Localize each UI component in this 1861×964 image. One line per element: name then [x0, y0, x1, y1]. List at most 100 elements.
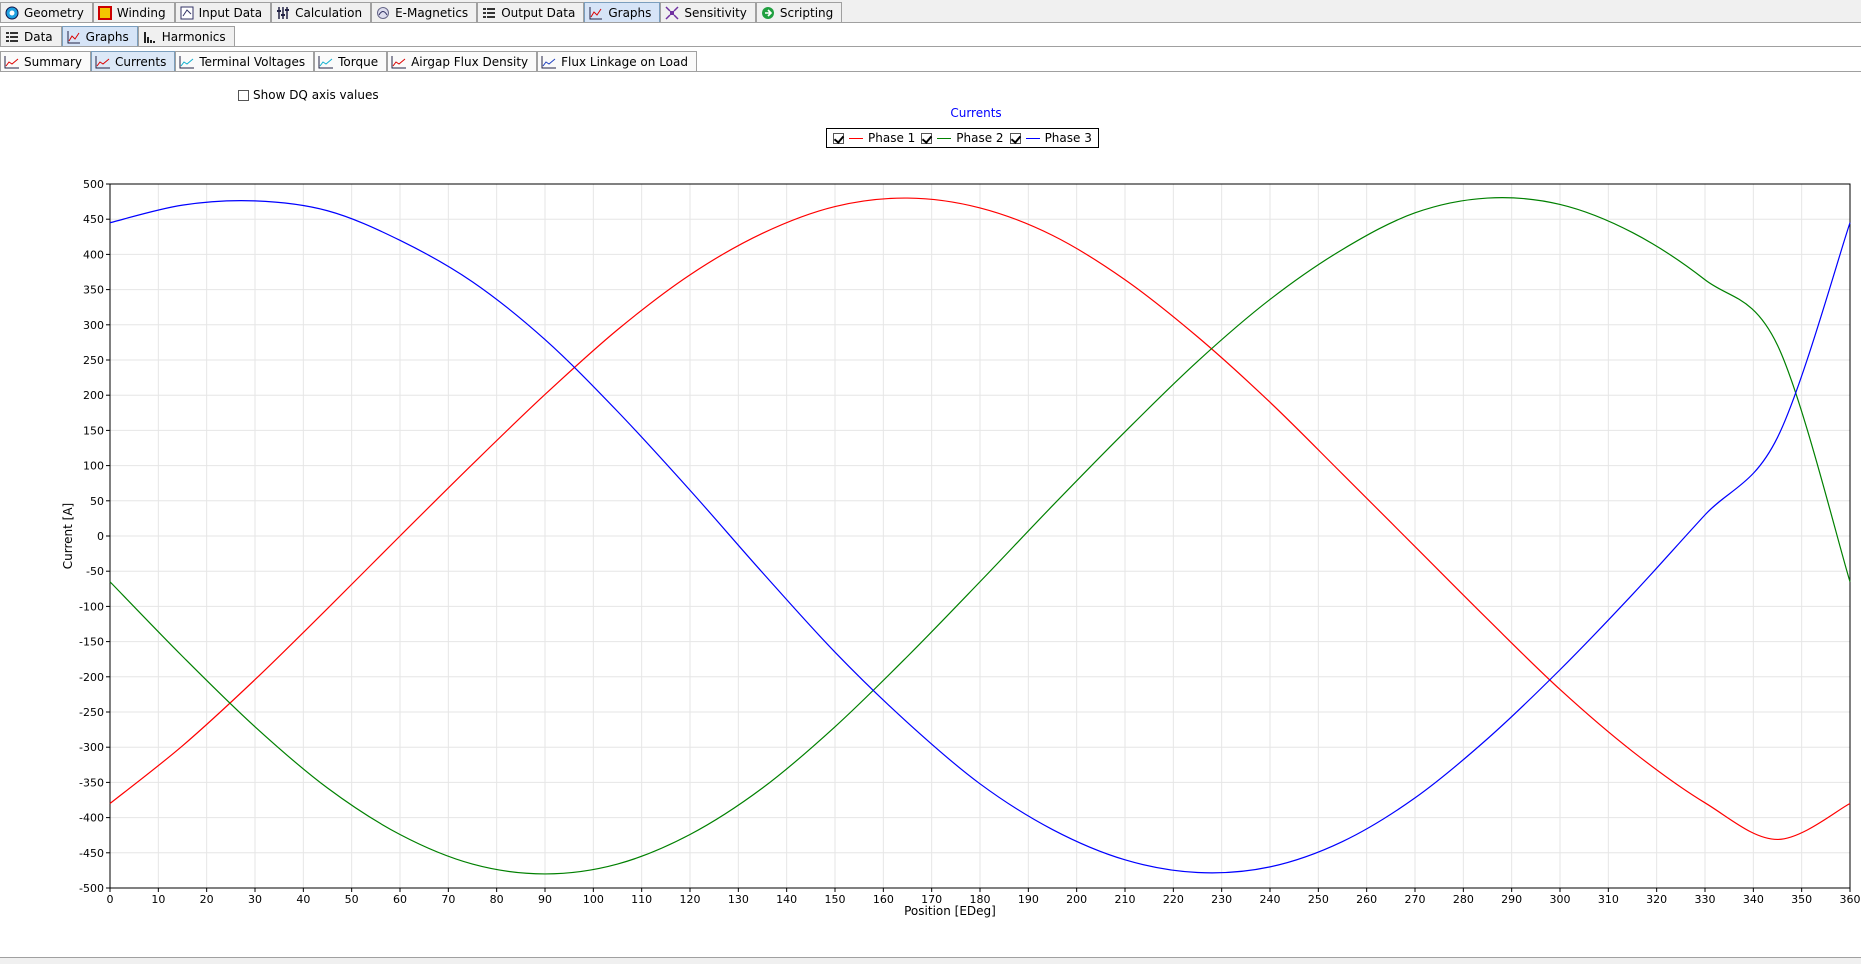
graph-tab-torque[interactable]: Torque — [314, 51, 388, 71]
subtab-graphs[interactable]: Graphs — [61, 26, 138, 46]
legend-swatch — [937, 137, 952, 139]
x-tick-label: 70 — [441, 893, 455, 906]
graph-tab-label: Currents — [115, 54, 167, 69]
x-tick-label: 0 — [107, 893, 114, 906]
subtab-harmonics[interactable]: Harmonics — [137, 26, 235, 46]
graph-tab-airgap-flux-density[interactable]: Airgap Flux Density — [387, 51, 538, 71]
legend-label: Phase 3 — [1044, 131, 1092, 145]
legend-label: Phase 1 — [868, 131, 916, 145]
subtab-label: Harmonics — [161, 29, 226, 44]
x-tick-label: 10 — [151, 893, 165, 906]
chart-title: Currents — [950, 106, 1001, 120]
y-tick-label: 500 — [83, 178, 104, 191]
y-tick-label: 150 — [83, 424, 104, 437]
x-tick-label: 360 — [1840, 893, 1861, 906]
x-tick-label: 190 — [1018, 893, 1039, 906]
x-tick-label: 150 — [825, 893, 846, 906]
y-tick-label: 0 — [97, 530, 104, 543]
tab-label: Graphs — [608, 5, 652, 20]
graph-tab-summary[interactable]: Summary — [0, 51, 91, 71]
calculation-icon — [275, 5, 291, 21]
graph-tab-flux-linkage-on-load[interactable]: Flux Linkage on Load — [537, 51, 697, 71]
x-tick-label: 110 — [631, 893, 652, 906]
tab-label: Calculation — [295, 5, 363, 20]
x-tick-label: 240 — [1260, 893, 1281, 906]
x-axis-label: Position [EDeg] — [904, 904, 996, 918]
x-tick-label: 320 — [1646, 893, 1667, 906]
y-tick-label: 300 — [83, 319, 104, 332]
tab-geometry[interactable]: Geometry — [0, 2, 93, 22]
y-tick-label: -500 — [79, 882, 104, 895]
tab-winding[interactable]: Winding — [92, 2, 175, 22]
chart-icon — [391, 54, 407, 70]
chart-icon-cyan — [179, 54, 195, 70]
main-tab-bar: Geometry Winding Input Data Calculation E-Ma… — [0, 0, 1861, 23]
graph-tab-label: Terminal Voltages — [199, 54, 306, 69]
data-icon — [4, 29, 20, 45]
graph-tab-label: Airgap Flux Density — [411, 54, 529, 69]
chart-icon-blue — [541, 54, 557, 70]
tab-sensitivity[interactable]: Sensitivity — [660, 2, 756, 22]
legend-swatch — [849, 137, 863, 139]
graph-panel: Show DQ axis values Currents 0 10 20 30 40 50 6… — [0, 72, 1861, 964]
harmonics-icon — [142, 29, 158, 45]
tab-calculation[interactable]: Calculation — [271, 2, 372, 22]
geometry-icon — [4, 5, 20, 21]
x-tick-label: 290 — [1501, 893, 1522, 906]
y-axis-label: Current [A] — [61, 503, 75, 569]
tab-label: Input Data — [198, 5, 263, 20]
x-tick-label: 220 — [1163, 893, 1184, 906]
graph-tab-label: Summary — [24, 54, 82, 69]
y-tick-label: 450 — [83, 213, 104, 226]
legend-checkbox[interactable] — [1009, 132, 1021, 144]
x-tick-label: 30 — [248, 893, 262, 906]
x-tick-label: 20 — [200, 893, 214, 906]
x-tick-label: 60 — [393, 893, 407, 906]
tab-label: Geometry — [24, 5, 84, 20]
tab-output-data[interactable]: Output Data — [477, 2, 585, 22]
x-tick-label: 200 — [1066, 893, 1087, 906]
x-tick-label: 130 — [728, 893, 749, 906]
graph-tab-label: Flux Linkage on Load — [561, 54, 688, 69]
chart-icon-cyan — [318, 54, 334, 70]
y-tick-label: 350 — [83, 284, 104, 297]
graphs-icon — [588, 5, 604, 21]
graph-tab-currents[interactable]: Currents — [91, 51, 176, 71]
y-tick-label: -400 — [79, 812, 104, 825]
y-tick-label: -50 — [86, 565, 104, 578]
y-tick-label: -300 — [79, 741, 104, 754]
x-tick-label: 90 — [538, 893, 552, 906]
emagnetics-icon — [375, 5, 391, 21]
currents-chart: Currents 0 10 20 30 40 50 60 70 80 90 100 110 120 130 1… — [61, 106, 1861, 918]
tab-scripting[interactable]: Scripting — [755, 2, 843, 22]
x-tick-label: 300 — [1550, 893, 1571, 906]
tab-graphs[interactable]: Graphs — [584, 2, 661, 22]
scripting-icon — [760, 5, 776, 21]
graph-tab-terminal-voltages[interactable]: Terminal Voltages — [175, 51, 315, 71]
y-tick-label: -250 — [79, 706, 104, 719]
winding-icon — [97, 5, 113, 21]
sub-tab-bar: Data Graphs Harmonics — [0, 24, 1861, 47]
subtab-data[interactable]: Data — [0, 26, 62, 46]
y-tick-label: -450 — [79, 847, 104, 860]
x-tick-label: 280 — [1453, 893, 1474, 906]
subtab-label: Data — [24, 29, 53, 44]
x-tick-label: 210 — [1115, 893, 1136, 906]
x-tick-label: 100 — [583, 893, 604, 906]
y-tick-label: -200 — [79, 671, 104, 684]
status-strip — [0, 957, 1861, 964]
legend-checkbox[interactable] — [833, 132, 844, 144]
legend-item-phase-1[interactable]: Phase 1 — [833, 131, 915, 145]
x-tick-label: 230 — [1211, 893, 1232, 906]
y-tick-label: 250 — [83, 354, 104, 367]
legend-item-phase-2[interactable]: Phase 2 — [921, 131, 1004, 145]
tab-e-magnetics[interactable]: E-Magnetics — [371, 2, 478, 22]
legend-checkbox[interactable] — [921, 132, 933, 144]
x-tick-label: 340 — [1743, 893, 1764, 906]
graph-tab-label: Torque — [338, 54, 379, 69]
x-tick-label: 310 — [1598, 893, 1619, 906]
tab-label: E-Magnetics — [395, 5, 469, 20]
tab-label: Sensitivity — [684, 5, 747, 20]
legend-item-phase-3[interactable]: Phase 3 — [1009, 131, 1092, 145]
tab-input-data[interactable]: Input Data — [174, 2, 272, 22]
